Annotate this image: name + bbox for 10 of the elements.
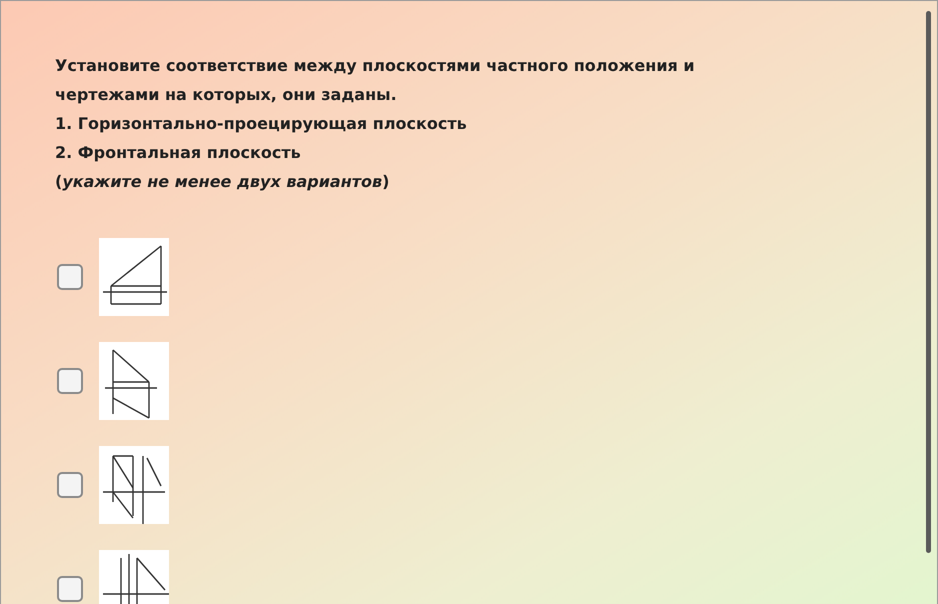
checkbox[interactable] xyxy=(57,368,83,394)
checkbox[interactable] xyxy=(57,264,83,290)
scrollbar[interactable] xyxy=(926,11,931,553)
question-line: чертежами на которых, они заданы. xyxy=(55,84,398,106)
checkbox[interactable] xyxy=(57,576,83,602)
question-line: (укажите не менее двух вариантов) xyxy=(55,171,390,193)
question-line: 1. Горизонтально-проецирующая плоскость xyxy=(55,113,468,135)
checkbox[interactable] xyxy=(57,472,83,498)
question-text: Установите соответствие между плоскостями частного положения и xyxy=(55,55,696,77)
question-line: 2. Фронтальная плоскость xyxy=(55,142,302,164)
